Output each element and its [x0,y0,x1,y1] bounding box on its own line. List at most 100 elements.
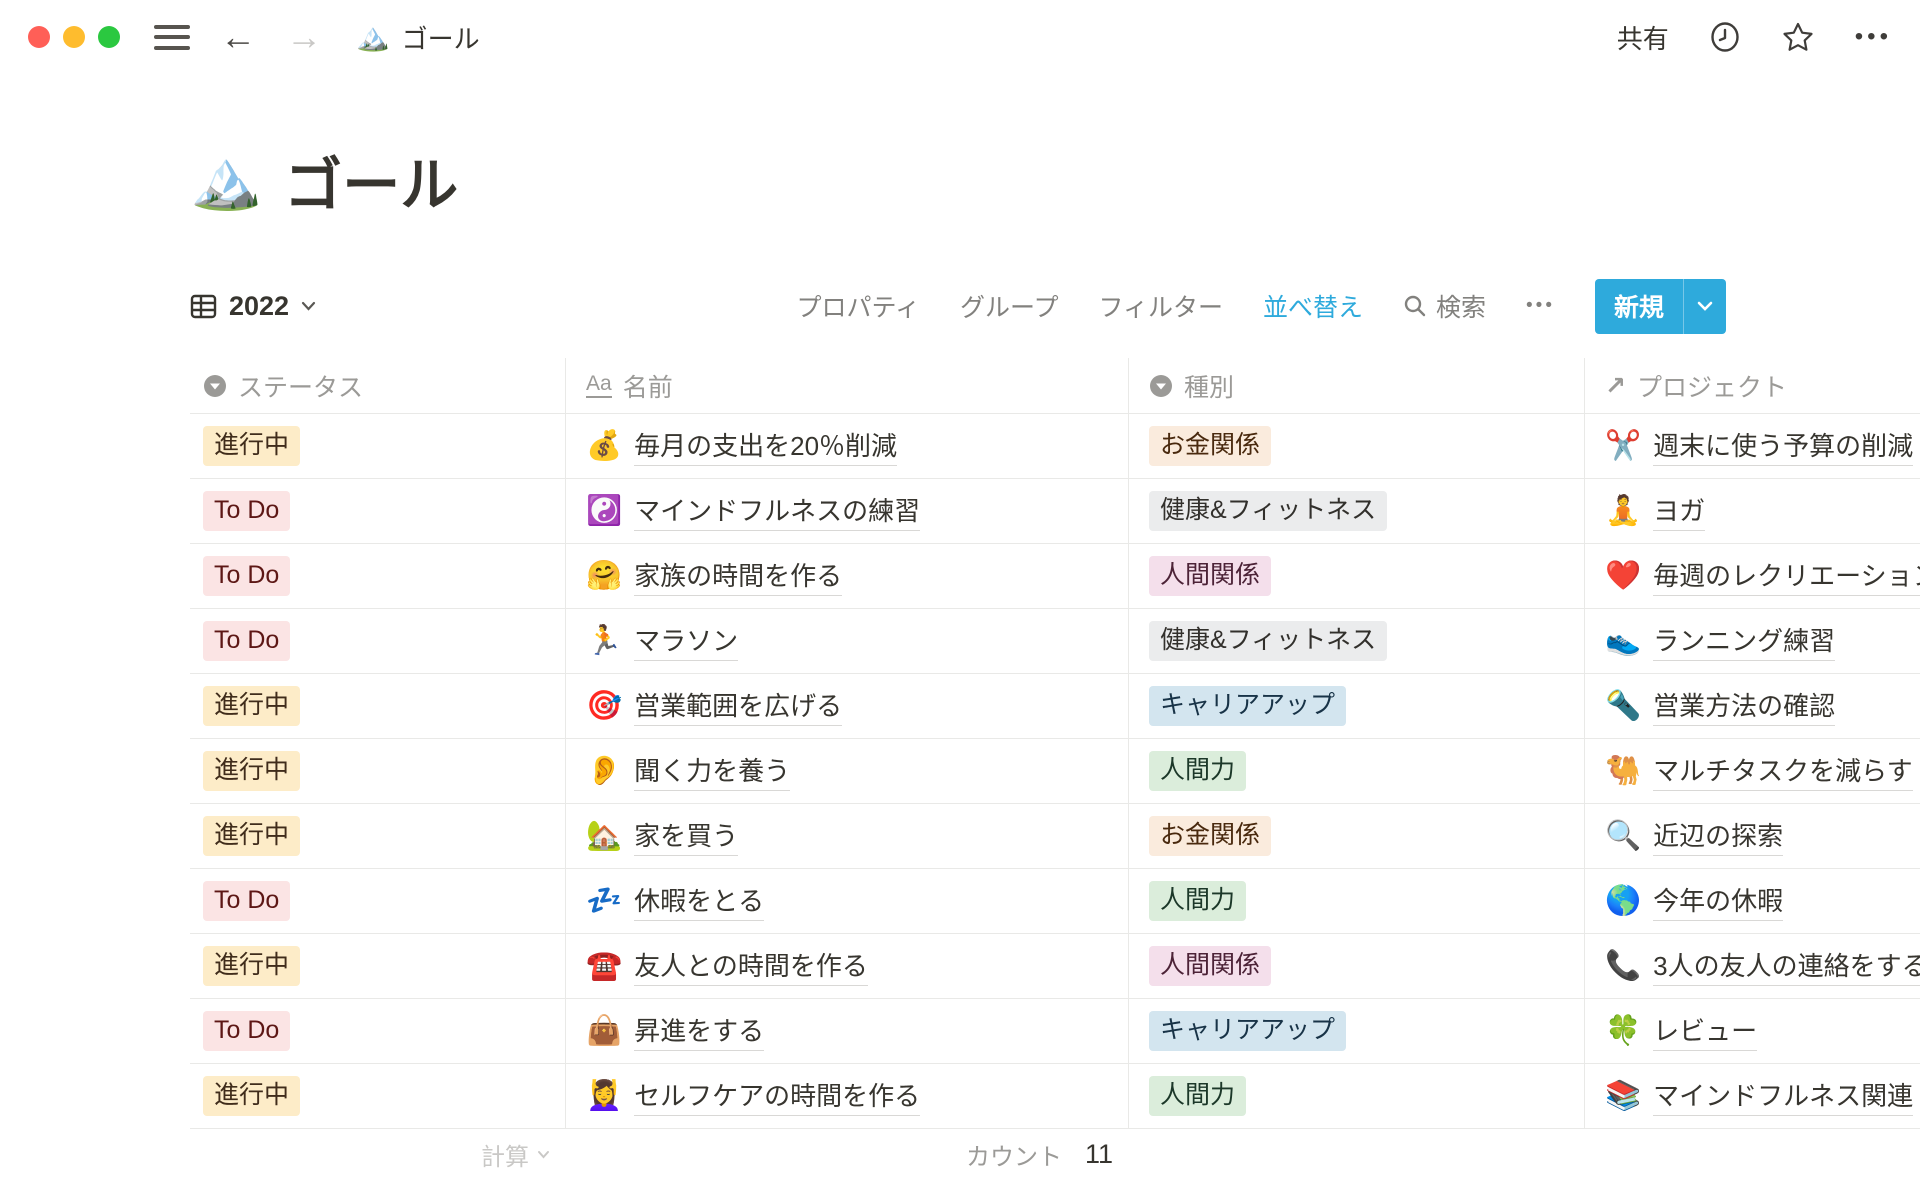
project-emoji-icon: 🔦 [1605,689,1641,723]
back-arrow-icon[interactable]: ← [220,19,256,55]
minimize-window-button[interactable] [63,26,85,48]
project-cell[interactable]: 🔦 営業方法の確認 [1585,674,1920,739]
type-cell[interactable]: 人間力 [1129,739,1585,804]
status-cell[interactable]: To Do [190,999,566,1064]
type-cell[interactable]: お金関係 [1129,414,1585,479]
project-link[interactable]: 🍀 レビュー [1605,1011,1757,1051]
more-options-icon[interactable]: ••• [1855,23,1892,51]
count-summary[interactable]: カウント 11 [566,1129,1129,1179]
project-cell[interactable]: 🔍 近辺の探索 [1585,804,1920,869]
name-link[interactable]: 💆‍♀️ セルフケアの時間を作る [586,1076,920,1116]
status-cell[interactable]: To Do [190,479,566,544]
name-link[interactable]: 👂 聞く力を養う [586,751,790,791]
sidebar-toggle-icon[interactable] [154,25,190,50]
page-title[interactable]: ゴール [284,138,458,222]
name-cell[interactable]: ☎️ 友人との時間を作る [566,934,1129,999]
table-row: To Do 👜 昇進をする キャリアアップ 🍀 レビュー [190,999,1920,1064]
status-cell[interactable]: 進行中 [190,674,566,739]
status-cell[interactable]: 進行中 [190,804,566,869]
name-cell[interactable]: 👂 聞く力を養う [566,739,1129,804]
name-cell[interactable]: 💰 毎月の支出を20％削減 [566,414,1129,479]
project-cell[interactable]: 📚 マインドフルネス関連 [1585,1064,1920,1129]
column-header-type[interactable]: 種別 [1129,358,1585,414]
name-link[interactable]: 👜 昇進をする [586,1011,764,1051]
type-cell[interactable]: キャリアアップ [1129,674,1585,739]
type-cell[interactable]: 人間力 [1129,869,1585,934]
project-link[interactable]: 📞 3人の友人の連絡をする [1605,946,1920,986]
project-cell[interactable]: ❤️ 毎週のレクリエーション [1585,544,1920,609]
type-cell[interactable]: 人間力 [1129,1064,1585,1129]
forward-arrow-icon: → [286,19,322,55]
type-cell[interactable]: 人間関係 [1129,544,1585,609]
name-emoji-icon: 🏡 [586,819,622,853]
properties-button[interactable]: プロパティ [796,288,920,324]
name-link[interactable]: ☎️ 友人との時間を作る [586,946,868,986]
status-cell[interactable]: To Do [190,609,566,674]
name-cell[interactable]: 💆‍♀️ セルフケアの時間を作る [566,1064,1129,1129]
favorite-star-icon[interactable] [1781,21,1815,53]
type-cell[interactable]: キャリアアップ [1129,999,1585,1064]
type-cell[interactable]: 人間関係 [1129,934,1585,999]
close-window-button[interactable] [28,26,50,48]
status-cell[interactable]: 進行中 [190,414,566,479]
name-text: 家族の時間を作る [634,556,842,596]
new-button[interactable]: 新規 [1595,279,1683,334]
project-link[interactable]: 📚 マインドフルネス関連 [1605,1076,1913,1116]
breadcrumb[interactable]: 🏔️ ゴール [356,19,480,56]
view-switcher[interactable]: 2022 [190,291,316,322]
name-text: 聞く力を養う [634,751,790,791]
new-button-dropdown[interactable] [1683,279,1726,334]
status-cell[interactable]: 進行中 [190,1064,566,1129]
project-cell[interactable]: 🌎 今年の休暇 [1585,869,1920,934]
name-link[interactable]: 🤗 家族の時間を作る [586,556,842,596]
project-cell[interactable]: 🍀 レビュー [1585,999,1920,1064]
type-cell[interactable]: お金関係 [1129,804,1585,869]
sort-button[interactable]: 並べ替え [1263,288,1363,324]
status-cell[interactable]: To Do [190,544,566,609]
calculate-button[interactable]: 計算 [190,1129,566,1179]
status-cell[interactable]: 進行中 [190,739,566,804]
page-icon[interactable]: 🏔️ [190,146,262,214]
column-header-project[interactable]: ↗ プロジェクト [1585,358,1920,414]
project-link[interactable]: 👟 ランニング練習 [1605,621,1835,661]
project-link[interactable]: 🔦 営業方法の確認 [1605,686,1835,726]
name-cell[interactable]: 🏃 マラソン [566,609,1129,674]
project-cell[interactable]: 🐫 マルチタスクを減らす [1585,739,1920,804]
share-button[interactable]: 共有 [1617,19,1669,56]
name-cell[interactable]: 🎯 営業範囲を広げる [566,674,1129,739]
filter-button[interactable]: フィルター [1098,288,1223,324]
project-link[interactable]: 🔍 近辺の探索 [1605,816,1783,856]
updates-clock-icon[interactable] [1709,21,1741,53]
project-cell[interactable]: ✂️ 週末に使う予算の削減 [1585,414,1920,479]
column-header-name[interactable]: Aa 名前 [566,358,1129,414]
status-cell[interactable]: To Do [190,869,566,934]
name-link[interactable]: 💤 休暇をとる [586,881,764,921]
type-cell[interactable]: 健康&フィットネス [1129,609,1585,674]
name-link[interactable]: ☯️ マインドフルネスの練習 [586,491,920,531]
group-button[interactable]: グループ [960,288,1059,324]
name-link[interactable]: 🏡 家を買う [586,816,738,856]
project-cell[interactable]: 🧘 ヨガ [1585,479,1920,544]
project-cell[interactable]: 👟 ランニング練習 [1585,609,1920,674]
status-cell[interactable]: 進行中 [190,934,566,999]
name-cell[interactable]: 🏡 家を買う [566,804,1129,869]
project-link[interactable]: 🧘 ヨガ [1605,491,1705,531]
name-cell[interactable]: 💤 休暇をとる [566,869,1129,934]
project-cell[interactable]: 📞 3人の友人の連絡をする [1585,934,1920,999]
project-link[interactable]: 🌎 今年の休暇 [1605,881,1783,921]
name-cell[interactable]: 🤗 家族の時間を作る [566,544,1129,609]
name-link[interactable]: 💰 毎月の支出を20％削減 [586,426,897,466]
zoom-window-button[interactable] [98,26,120,48]
search-button[interactable]: 検索 [1403,288,1486,324]
project-link[interactable]: ❤️ 毎週のレクリエーション [1605,556,1920,596]
project-link[interactable]: 🐫 マルチタスクを減らす [1605,751,1913,791]
name-link[interactable]: 🎯 営業範囲を広げる [586,686,842,726]
project-link[interactable]: ✂️ 週末に使う予算の削減 [1605,426,1913,466]
type-cell[interactable]: 健康&フィットネス [1129,479,1585,544]
column-header-status[interactable]: ステータス [190,358,566,414]
view-more-options-icon[interactable]: ••• [1526,295,1555,317]
name-link[interactable]: 🏃 マラソン [586,621,738,661]
project-emoji-icon: 📞 [1605,949,1641,983]
name-cell[interactable]: ☯️ マインドフルネスの練習 [566,479,1129,544]
name-cell[interactable]: 👜 昇進をする [566,999,1129,1064]
